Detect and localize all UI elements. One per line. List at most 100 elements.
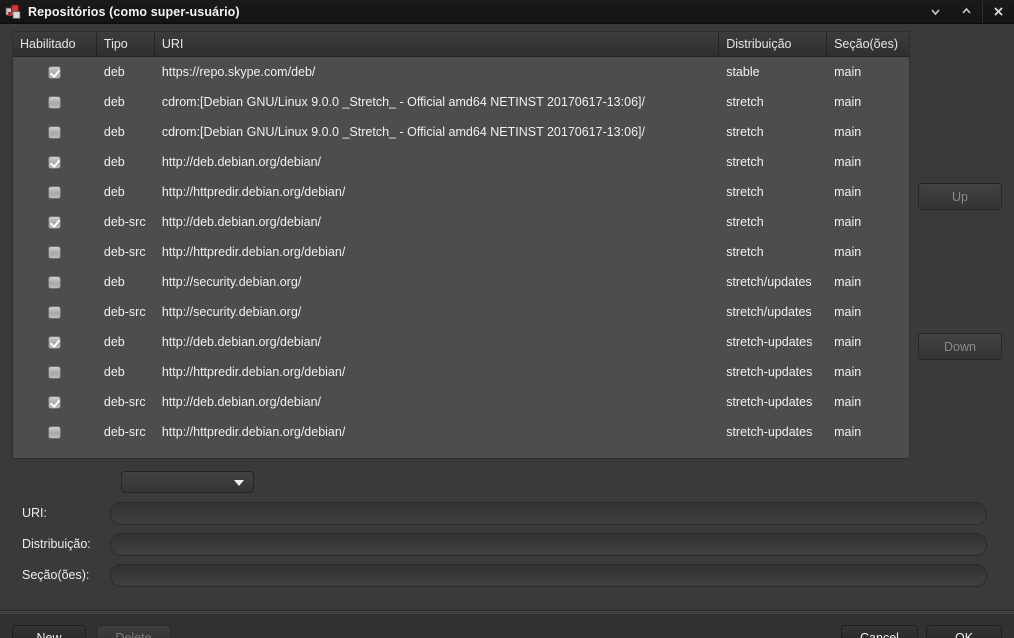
repository-form: URI: Distribuição: Seção(ões): bbox=[0, 467, 1014, 591]
uri-cell: http://security.debian.org/ bbox=[161, 305, 302, 319]
table-row[interactable]: deb http://security.debian.org/stretch/up… bbox=[13, 267, 909, 297]
section-cell: main bbox=[834, 65, 862, 79]
new-button[interactable]: New bbox=[12, 625, 86, 638]
enabled-cell bbox=[13, 395, 97, 409]
section-cell: main bbox=[834, 125, 862, 139]
enabled-cell bbox=[13, 95, 97, 109]
checkbox-unchecked[interactable] bbox=[48, 185, 62, 199]
enabled-cell bbox=[13, 65, 97, 79]
move-down-button[interactable]: Down bbox=[918, 333, 1002, 360]
type-combo[interactable] bbox=[121, 471, 254, 493]
ok-button[interactable]: OK bbox=[926, 625, 1002, 638]
repository-table[interactable]: Habilitado Tipo URI Distribuição Seção(õ… bbox=[12, 31, 910, 459]
enabled-cell bbox=[13, 275, 97, 289]
uri-cell: http://httpredir.debian.org/debian/ bbox=[161, 185, 346, 199]
column-header-uri[interactable]: URI bbox=[155, 32, 720, 56]
distribution-cell: stretch bbox=[726, 215, 764, 229]
type-cell: deb-src bbox=[103, 425, 146, 439]
section-cell: main bbox=[834, 215, 862, 229]
table-row[interactable]: deb-src http://deb.debian.org/debian/stre… bbox=[13, 387, 909, 417]
section-cell: main bbox=[834, 365, 862, 379]
close-icon[interactable] bbox=[982, 0, 1014, 23]
repositories-dialog: Repositórios (como super-usuário) Habili… bbox=[0, 0, 1014, 638]
uri-input[interactable] bbox=[110, 501, 987, 525]
table-row[interactable]: deb http://httpredir.debian.org/debian/st… bbox=[13, 357, 909, 387]
section-cell: main bbox=[834, 245, 862, 259]
checkbox-checked[interactable] bbox=[48, 215, 62, 229]
checkbox-unchecked[interactable] bbox=[48, 305, 62, 319]
column-header-enabled[interactable]: Habilitado bbox=[13, 32, 97, 56]
checkbox-unchecked[interactable] bbox=[48, 245, 62, 259]
distribution-cell: stretch bbox=[726, 125, 764, 139]
delete-button[interactable]: Delete bbox=[96, 625, 171, 638]
type-cell: deb-src bbox=[103, 305, 146, 319]
enabled-cell bbox=[13, 335, 97, 349]
column-header-sections[interactable]: Seção(ões) bbox=[827, 32, 909, 56]
checkbox-unchecked[interactable] bbox=[48, 425, 62, 439]
checkbox-checked[interactable] bbox=[48, 395, 62, 409]
uri-cell: http://deb.debian.org/debian/ bbox=[161, 335, 321, 349]
checkbox-unchecked[interactable] bbox=[48, 95, 62, 109]
type-cell: deb bbox=[103, 335, 125, 349]
checkbox-unchecked[interactable] bbox=[48, 365, 62, 379]
uri-cell: cdrom:[Debian GNU/Linux 9.0.0 _Stretch_ … bbox=[161, 125, 645, 139]
minimize-icon[interactable] bbox=[920, 0, 951, 23]
move-up-button[interactable]: Up bbox=[918, 183, 1002, 210]
section-cell: main bbox=[834, 335, 862, 349]
uri-cell: https://repo.skype.com/deb/ bbox=[161, 65, 316, 79]
uri-cell: http://httpredir.debian.org/debian/ bbox=[161, 245, 346, 259]
column-header-type[interactable]: Tipo bbox=[97, 32, 155, 56]
sections-input[interactable] bbox=[110, 563, 987, 587]
distribution-cell: stable bbox=[726, 65, 760, 79]
checkbox-unchecked[interactable] bbox=[48, 275, 62, 289]
type-cell: deb bbox=[103, 155, 125, 169]
checkbox-unchecked[interactable] bbox=[48, 125, 62, 139]
section-cell: main bbox=[834, 155, 862, 169]
type-cell: deb bbox=[103, 185, 125, 199]
table-row[interactable]: deb http://deb.debian.org/debian/stretch m… bbox=[13, 147, 909, 177]
enabled-cell bbox=[13, 125, 97, 139]
packages-icon bbox=[5, 3, 22, 20]
sections-label: Seção(ões): bbox=[22, 568, 90, 582]
section-cell: main bbox=[834, 305, 862, 319]
table-row[interactable]: deb https://repo.skype.com/deb/stable main bbox=[13, 57, 909, 87]
table-body: deb https://repo.skype.com/deb/stable main… bbox=[13, 57, 909, 447]
form-row-uri: URI: bbox=[0, 498, 1014, 528]
type-cell: deb bbox=[103, 125, 125, 139]
maximize-icon[interactable] bbox=[951, 0, 982, 23]
type-cell: deb-src bbox=[103, 395, 146, 409]
cancel-button[interactable]: Cancel bbox=[841, 625, 918, 638]
distribution-cell: stretch-updates bbox=[726, 365, 813, 379]
type-cell: deb bbox=[103, 365, 125, 379]
uri-cell: http://deb.debian.org/debian/ bbox=[161, 155, 321, 169]
table-row[interactable]: deb-src http://httpredir.debian.org/debia… bbox=[13, 237, 909, 267]
enabled-cell bbox=[13, 245, 97, 259]
checkbox-checked[interactable] bbox=[48, 335, 62, 349]
uri-cell: http://security.debian.org/ bbox=[161, 275, 302, 289]
table-row[interactable]: deb cdrom:[Debian GNU/Linux 9.0.0 _Stretc… bbox=[13, 117, 909, 147]
table-row[interactable]: deb http://httpredir.debian.org/debian/st… bbox=[13, 177, 909, 207]
distribution-cell: stretch bbox=[726, 185, 764, 199]
table-row[interactable]: deb cdrom:[Debian GNU/Linux 9.0.0 _Stretc… bbox=[13, 87, 909, 117]
uri-label: URI: bbox=[22, 506, 47, 520]
distribution-cell: stretch/updates bbox=[726, 275, 812, 289]
table-row[interactable]: deb-src http://httpredir.debian.org/debia… bbox=[13, 417, 909, 447]
section-cell: main bbox=[834, 95, 862, 109]
footer-bar: New Delete Cancel OK bbox=[0, 613, 1014, 638]
table-header-row: Habilitado Tipo URI Distribuição Seção(õ… bbox=[13, 32, 909, 57]
distribution-label: Distribuição: bbox=[22, 537, 91, 551]
table-row[interactable]: deb-src http://deb.debian.org/debian/stre… bbox=[13, 207, 909, 237]
chevron-down-icon bbox=[234, 480, 244, 486]
checkbox-checked[interactable] bbox=[48, 65, 62, 79]
checkbox-checked[interactable] bbox=[48, 155, 62, 169]
distribution-input[interactable] bbox=[110, 532, 987, 556]
type-cell: deb-src bbox=[103, 245, 146, 259]
table-row[interactable]: deb http://deb.debian.org/debian/stretch-… bbox=[13, 327, 909, 357]
type-cell: deb-src bbox=[103, 215, 146, 229]
table-row[interactable]: deb-src http://security.debian.org/stretc… bbox=[13, 297, 909, 327]
uri-cell: cdrom:[Debian GNU/Linux 9.0.0 _Stretch_ … bbox=[161, 95, 645, 109]
type-cell: deb bbox=[103, 95, 125, 109]
section-cell: main bbox=[834, 185, 862, 199]
column-header-distribution[interactable]: Distribuição bbox=[719, 32, 828, 56]
footer-divider bbox=[0, 610, 1014, 612]
